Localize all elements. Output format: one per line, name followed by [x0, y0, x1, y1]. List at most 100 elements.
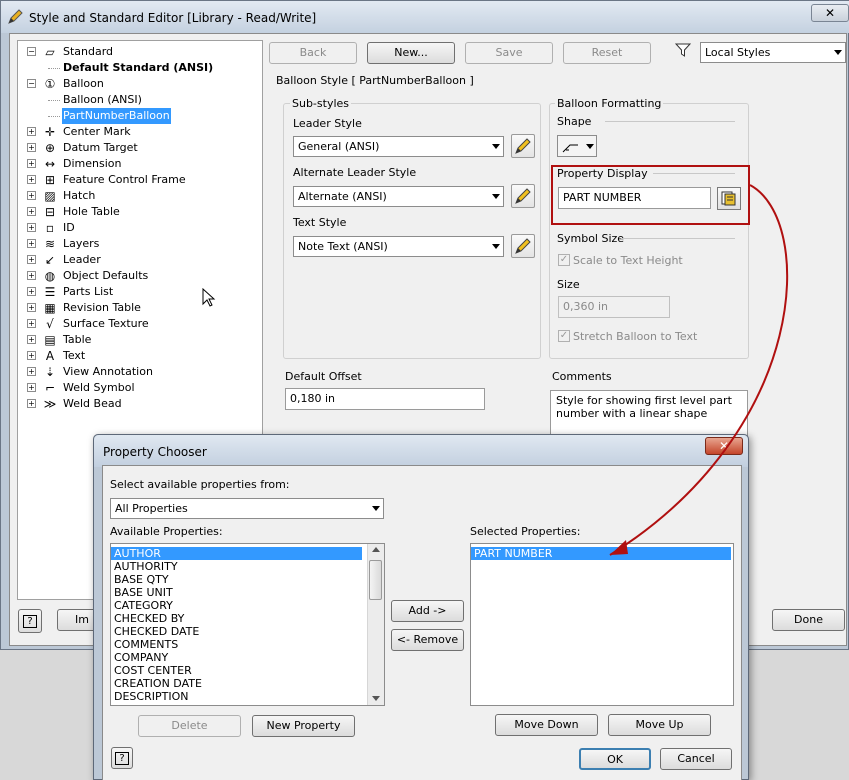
available-property-item[interactable]: AUTHORITY — [111, 560, 362, 573]
edit-text-style-button[interactable] — [511, 234, 535, 258]
surface-texture-icon: √ — [46, 317, 54, 331]
style-filter-dropdown[interactable]: Local Styles — [700, 42, 846, 63]
expand-icon[interactable]: + — [27, 287, 36, 296]
close-window-button[interactable]: ✕ — [811, 4, 849, 22]
tree-item[interactable]: + ▫ ID — [18, 220, 262, 236]
alt-leader-style-dropdown[interactable]: Alternate (ANSI) — [293, 186, 504, 207]
save-button[interactable]: Save — [465, 42, 553, 64]
shape-dropdown[interactable] — [557, 135, 597, 157]
available-property-item[interactable]: AUTHOR — [111, 547, 362, 560]
title-bar[interactable]: Style and Standard Editor [Library - Rea… — [1, 1, 849, 33]
size-field[interactable]: 0,360 in — [558, 296, 670, 318]
available-list-scrollbar[interactable] — [367, 544, 384, 705]
expand-icon[interactable]: + — [27, 319, 36, 328]
reset-button[interactable]: Reset — [563, 42, 651, 64]
edit-alt-leader-style-button[interactable] — [511, 184, 535, 208]
expand-icon[interactable]: + — [27, 143, 36, 152]
expand-icon[interactable]: + — [27, 175, 36, 184]
tree-item[interactable]: + ☰ Parts List — [18, 284, 262, 300]
new-property-button[interactable]: New Property — [252, 715, 355, 737]
tree-item[interactable]: + ↔ Dimension — [18, 156, 262, 172]
tree-item[interactable]: PartNumberBalloon — [18, 108, 262, 124]
expand-icon[interactable]: + — [27, 367, 36, 376]
tree-item[interactable]: + ▦ Revision Table — [18, 300, 262, 316]
help-button[interactable]: ? — [18, 609, 42, 633]
available-property-item[interactable]: CATEGORY — [111, 599, 362, 612]
tree-item[interactable]: + ▨ Hatch — [18, 188, 262, 204]
scroll-down-icon[interactable] — [372, 696, 380, 701]
move-down-button[interactable]: Move Down — [495, 714, 598, 736]
move-up-button[interactable]: Move Up — [608, 714, 711, 736]
tree-item[interactable]: + ⌐ Weld Symbol — [18, 380, 262, 396]
tree-item[interactable]: + ⇣ View Annotation — [18, 364, 262, 380]
available-property-item[interactable]: BASE QTY — [111, 573, 362, 586]
chevron-down-icon — [492, 244, 500, 249]
available-property-item[interactable]: BASE UNIT — [111, 586, 362, 599]
scroll-thumb[interactable] — [369, 560, 382, 600]
collapse-icon[interactable]: − — [27, 79, 36, 88]
text-style-dropdown[interactable]: Note Text (ANSI) — [293, 236, 504, 257]
tree-item[interactable]: + ↙ Leader — [18, 252, 262, 268]
stretch-balloon-checkbox[interactable]: ✓ — [558, 330, 570, 342]
tree-item[interactable]: + ⊟ Hole Table — [18, 204, 262, 220]
expand-icon[interactable]: + — [27, 383, 36, 392]
scroll-up-icon[interactable] — [372, 547, 380, 552]
available-property-item[interactable]: COMPANY — [111, 651, 362, 664]
expand-icon[interactable]: + — [27, 207, 36, 216]
available-property-item[interactable]: CHECKED DATE — [111, 625, 362, 638]
collapse-icon[interactable]: − — [27, 47, 36, 56]
tree-item[interactable]: + ◍ Object Defaults — [18, 268, 262, 284]
available-property-item[interactable]: COMMENTS — [111, 638, 362, 651]
expand-icon[interactable]: + — [27, 159, 36, 168]
ok-button[interactable]: OK — [579, 748, 651, 770]
remove-button[interactable]: <- Remove — [391, 629, 464, 651]
tree-item[interactable]: + ⊞ Feature Control Frame — [18, 172, 262, 188]
selected-properties-list[interactable]: PART NUMBER — [470, 543, 734, 706]
tree-item[interactable]: Default Standard (ANSI) — [18, 60, 262, 76]
expand-icon[interactable]: + — [27, 239, 36, 248]
tree-item[interactable]: + ≋ Layers — [18, 236, 262, 252]
available-property-item[interactable]: CHECKED BY — [111, 612, 362, 625]
add-button[interactable]: Add -> — [391, 600, 464, 622]
edit-leader-style-button[interactable] — [511, 134, 535, 158]
comments-textarea[interactable]: Style for showing first level part numbe… — [550, 390, 748, 438]
available-property-item[interactable]: COST CENTER — [111, 664, 362, 677]
property-source-dropdown[interactable]: All Properties — [110, 498, 384, 519]
filter-icon[interactable] — [675, 42, 691, 58]
delete-button[interactable]: Delete — [138, 715, 241, 737]
dialog-help-button[interactable]: ? — [111, 747, 133, 769]
expand-icon[interactable]: + — [27, 223, 36, 232]
dialog-title-bar[interactable]: Property Chooser ✕ — [94, 435, 748, 467]
expand-icon[interactable]: + — [27, 255, 36, 264]
cancel-button[interactable]: Cancel — [660, 748, 732, 770]
tree-item[interactable]: + ✛ Center Mark — [18, 124, 262, 140]
tree-item[interactable]: + ▤ Table — [18, 332, 262, 348]
tree-item[interactable]: − ▱ Standard — [18, 44, 262, 60]
weld-symbol-icon: ⌐ — [44, 381, 56, 395]
leader-style-dropdown[interactable]: General (ANSI) — [293, 136, 504, 157]
available-property-item[interactable]: DESCRIPTION — [111, 690, 362, 703]
tree-item[interactable]: − ① Balloon — [18, 76, 262, 92]
expand-icon[interactable]: + — [27, 335, 36, 344]
done-button[interactable]: Done — [772, 609, 845, 631]
tree-item[interactable]: + ⊕ Datum Target — [18, 140, 262, 156]
tree-item[interactable]: + ≫ Weld Bead — [18, 396, 262, 412]
expand-icon[interactable]: + — [27, 351, 36, 360]
scale-to-text-height-checkbox[interactable]: ✓ — [558, 254, 570, 266]
expand-icon[interactable]: + — [27, 271, 36, 280]
expand-icon[interactable]: + — [27, 127, 36, 136]
available-properties-list[interactable]: AUTHOR AUTHORITY BASE QTY BASE UNIT CATEGORY… — [110, 543, 385, 706]
back-button[interactable]: Back — [269, 42, 357, 64]
expand-icon[interactable]: + — [27, 399, 36, 408]
tree-item[interactable]: Balloon (ANSI) — [18, 92, 262, 108]
new-button[interactable]: New... — [367, 42, 455, 64]
available-property-item[interactable]: CREATION DATE — [111, 677, 362, 690]
default-offset-field[interactable]: 0,180 in — [285, 388, 485, 410]
expand-icon[interactable]: + — [27, 303, 36, 312]
expand-icon[interactable]: + — [27, 191, 36, 200]
tree-item[interactable]: + √ Surface Texture — [18, 316, 262, 332]
tree-item[interactable]: + A Text — [18, 348, 262, 364]
dialog-close-button[interactable]: ✕ — [705, 437, 743, 455]
default-offset-label: Default Offset — [285, 370, 362, 383]
selected-property-item[interactable]: PART NUMBER — [471, 547, 731, 560]
